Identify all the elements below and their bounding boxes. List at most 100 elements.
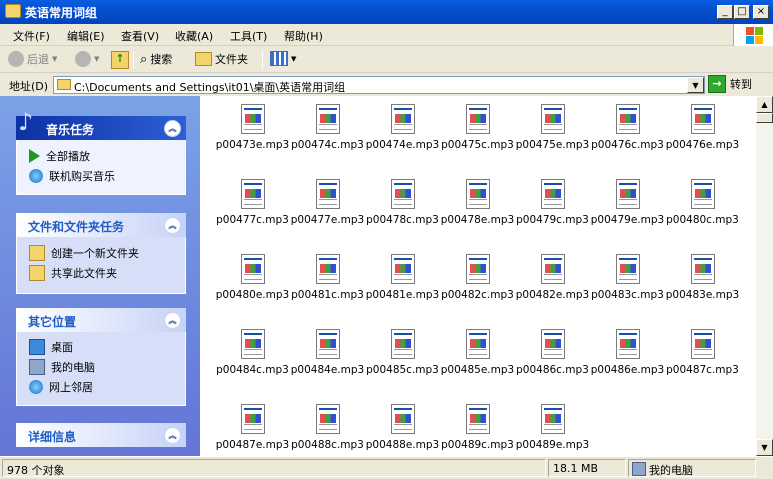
menu-edit[interactable]: 编辑(E) [67, 28, 105, 44]
menu-view[interactable]: 查看(V) [121, 28, 159, 44]
music-tasks-header[interactable]: 音乐任务 ︽ [16, 116, 186, 140]
task-new-folder[interactable]: 创建一个新文件夹 [29, 245, 139, 261]
file-item[interactable]: p00474c.mp3 [290, 98, 365, 173]
up-folder-button[interactable]: ↑ [111, 51, 129, 69]
vertical-scrollbar[interactable]: ▲ ▼ [756, 96, 773, 456]
menu-bar: 文件(F) 编辑(E) 查看(V) 收藏(A) 工具(T) 帮助(H) [0, 24, 773, 46]
file-item[interactable]: p00483e.mp3 [665, 248, 740, 323]
file-item[interactable]: p00488c.mp3 [290, 398, 365, 456]
file-item[interactable]: p00486e.mp3 [590, 323, 665, 398]
file-item[interactable]: p00475c.mp3 [440, 98, 515, 173]
place-label: 网上邻居 [49, 381, 93, 394]
collapse-icon[interactable]: ︽ [164, 427, 181, 444]
address-input[interactable]: C:\Documents and Settings\it01\桌面\英语常用词组 [53, 76, 705, 94]
file-view[interactable]: p00473e.mp3 p00474c.mp3 p00474e.mp3 p00475c… [200, 96, 756, 456]
file-item[interactable]: p00480c.mp3 [665, 173, 740, 248]
details-header[interactable]: 详细信息 ︽ [16, 423, 186, 447]
menu-help[interactable]: 帮助(H) [284, 28, 323, 44]
maximize-button[interactable]: □ [734, 5, 750, 19]
file-item[interactable]: p00482e.mp3 [515, 248, 590, 323]
collapse-icon[interactable]: ︽ [164, 217, 181, 234]
file-item[interactable]: p00481e.mp3 [365, 248, 440, 323]
audio-file-icon [391, 329, 415, 359]
file-item[interactable]: p00485e.mp3 [440, 323, 515, 398]
go-button[interactable]: → 转到 [708, 75, 752, 93]
address-dropdown-button[interactable]: ▼ [687, 77, 704, 93]
place-network[interactable]: 网上邻居 [29, 379, 93, 395]
file-item[interactable]: p00489c.mp3 [440, 398, 515, 456]
collapse-icon[interactable]: ︽ [164, 312, 181, 329]
task-play-all[interactable]: 全部播放 [29, 148, 90, 164]
scroll-down-button[interactable]: ▼ [756, 439, 773, 456]
toolbar: 后退 ▼ ▼ ↑ ⌕ 搜索 文件夹 ▼ [0, 47, 773, 73]
file-tasks-header[interactable]: 文件和文件夹任务 ︽ [16, 213, 186, 237]
file-item[interactable]: p00483c.mp3 [590, 248, 665, 323]
file-name: p00476c.mp3 [591, 139, 664, 151]
minimize-button[interactable]: _ [717, 5, 733, 19]
task-buy-music[interactable]: 联机购买音乐 [29, 168, 115, 184]
other-places-header[interactable]: 其它位置 ︽ [16, 308, 186, 332]
views-icon [270, 51, 288, 66]
audio-file-icon [541, 104, 565, 134]
file-item[interactable]: p00484e.mp3 [290, 323, 365, 398]
file-item[interactable]: p00480e.mp3 [215, 248, 290, 323]
file-name: p00489c.mp3 [441, 439, 514, 451]
file-name: p00488e.mp3 [365, 439, 440, 451]
file-item[interactable]: p00486c.mp3 [515, 323, 590, 398]
file-item[interactable]: p00489e.mp3 [515, 398, 590, 456]
file-item[interactable]: p00479c.mp3 [515, 173, 590, 248]
forward-arrow-icon [75, 51, 91, 67]
scroll-up-button[interactable]: ▲ [756, 96, 773, 113]
task-pane: 音乐任务 ︽ ♪ 全部播放 联机购买音乐 文件和文件夹任务 ︽ 创建一个新文件夹… [0, 96, 200, 456]
file-name: p00475e.mp3 [515, 139, 590, 151]
file-item[interactable]: p00488e.mp3 [365, 398, 440, 456]
file-name: p00487c.mp3 [666, 364, 739, 376]
file-item[interactable]: p00473e.mp3 [215, 98, 290, 173]
file-name: p00489e.mp3 [515, 439, 590, 451]
other-places-title: 其它位置 [28, 315, 77, 329]
close-button[interactable]: × [753, 5, 769, 19]
file-item[interactable]: p00479e.mp3 [590, 173, 665, 248]
toolbar-separator [262, 51, 263, 69]
desktop-icon [29, 339, 45, 355]
file-item[interactable]: p00477e.mp3 [290, 173, 365, 248]
file-name: p00483c.mp3 [591, 289, 664, 301]
audio-file-icon [391, 254, 415, 284]
task-share-folder[interactable]: 共享此文件夹 [29, 265, 117, 281]
menu-file[interactable]: 文件(F) [13, 28, 50, 44]
file-item[interactable]: p00476e.mp3 [665, 98, 740, 173]
title-bar[interactable]: 英语常用词组 _ □ × [0, 0, 773, 24]
file-item[interactable]: p00477c.mp3 [215, 173, 290, 248]
file-item[interactable]: p00484c.mp3 [215, 323, 290, 398]
views-button[interactable]: ▼ [270, 51, 296, 66]
file-item[interactable]: p00485c.mp3 [365, 323, 440, 398]
file-item[interactable]: p00475e.mp3 [515, 98, 590, 173]
music-note-icon: ♪ [18, 108, 34, 136]
file-item[interactable]: p00478c.mp3 [365, 173, 440, 248]
menu-tools[interactable]: 工具(T) [230, 28, 267, 44]
status-location-label: 我的电脑 [649, 464, 693, 477]
menu-favorites[interactable]: 收藏(A) [175, 28, 213, 44]
place-desktop[interactable]: 桌面 [29, 339, 73, 355]
folders-button[interactable]: 文件夹 [195, 51, 248, 67]
file-item[interactable]: p00482c.mp3 [440, 248, 515, 323]
file-item[interactable]: p00478e.mp3 [440, 173, 515, 248]
forward-button[interactable]: ▼ [75, 51, 99, 67]
search-button[interactable]: ⌕ 搜索 [140, 51, 172, 67]
file-item[interactable]: p00481c.mp3 [290, 248, 365, 323]
scroll-thumb[interactable] [756, 113, 773, 123]
back-button[interactable]: 后退 ▼ [8, 51, 57, 67]
file-name: p00485c.mp3 [366, 364, 439, 376]
chevron-down-icon: ▼ [52, 55, 58, 63]
task-label: 全部播放 [46, 150, 90, 163]
file-name: p00484e.mp3 [290, 364, 365, 376]
file-item[interactable]: p00476c.mp3 [590, 98, 665, 173]
file-name: p00477e.mp3 [290, 214, 365, 226]
audio-file-icon [241, 329, 265, 359]
place-my-computer[interactable]: 我的电脑 [29, 359, 95, 375]
chevron-down-icon: ▼ [94, 55, 100, 63]
file-item[interactable]: p00487e.mp3 [215, 398, 290, 456]
collapse-icon[interactable]: ︽ [164, 120, 181, 137]
file-item[interactable]: p00474e.mp3 [365, 98, 440, 173]
file-item[interactable]: p00487c.mp3 [665, 323, 740, 398]
